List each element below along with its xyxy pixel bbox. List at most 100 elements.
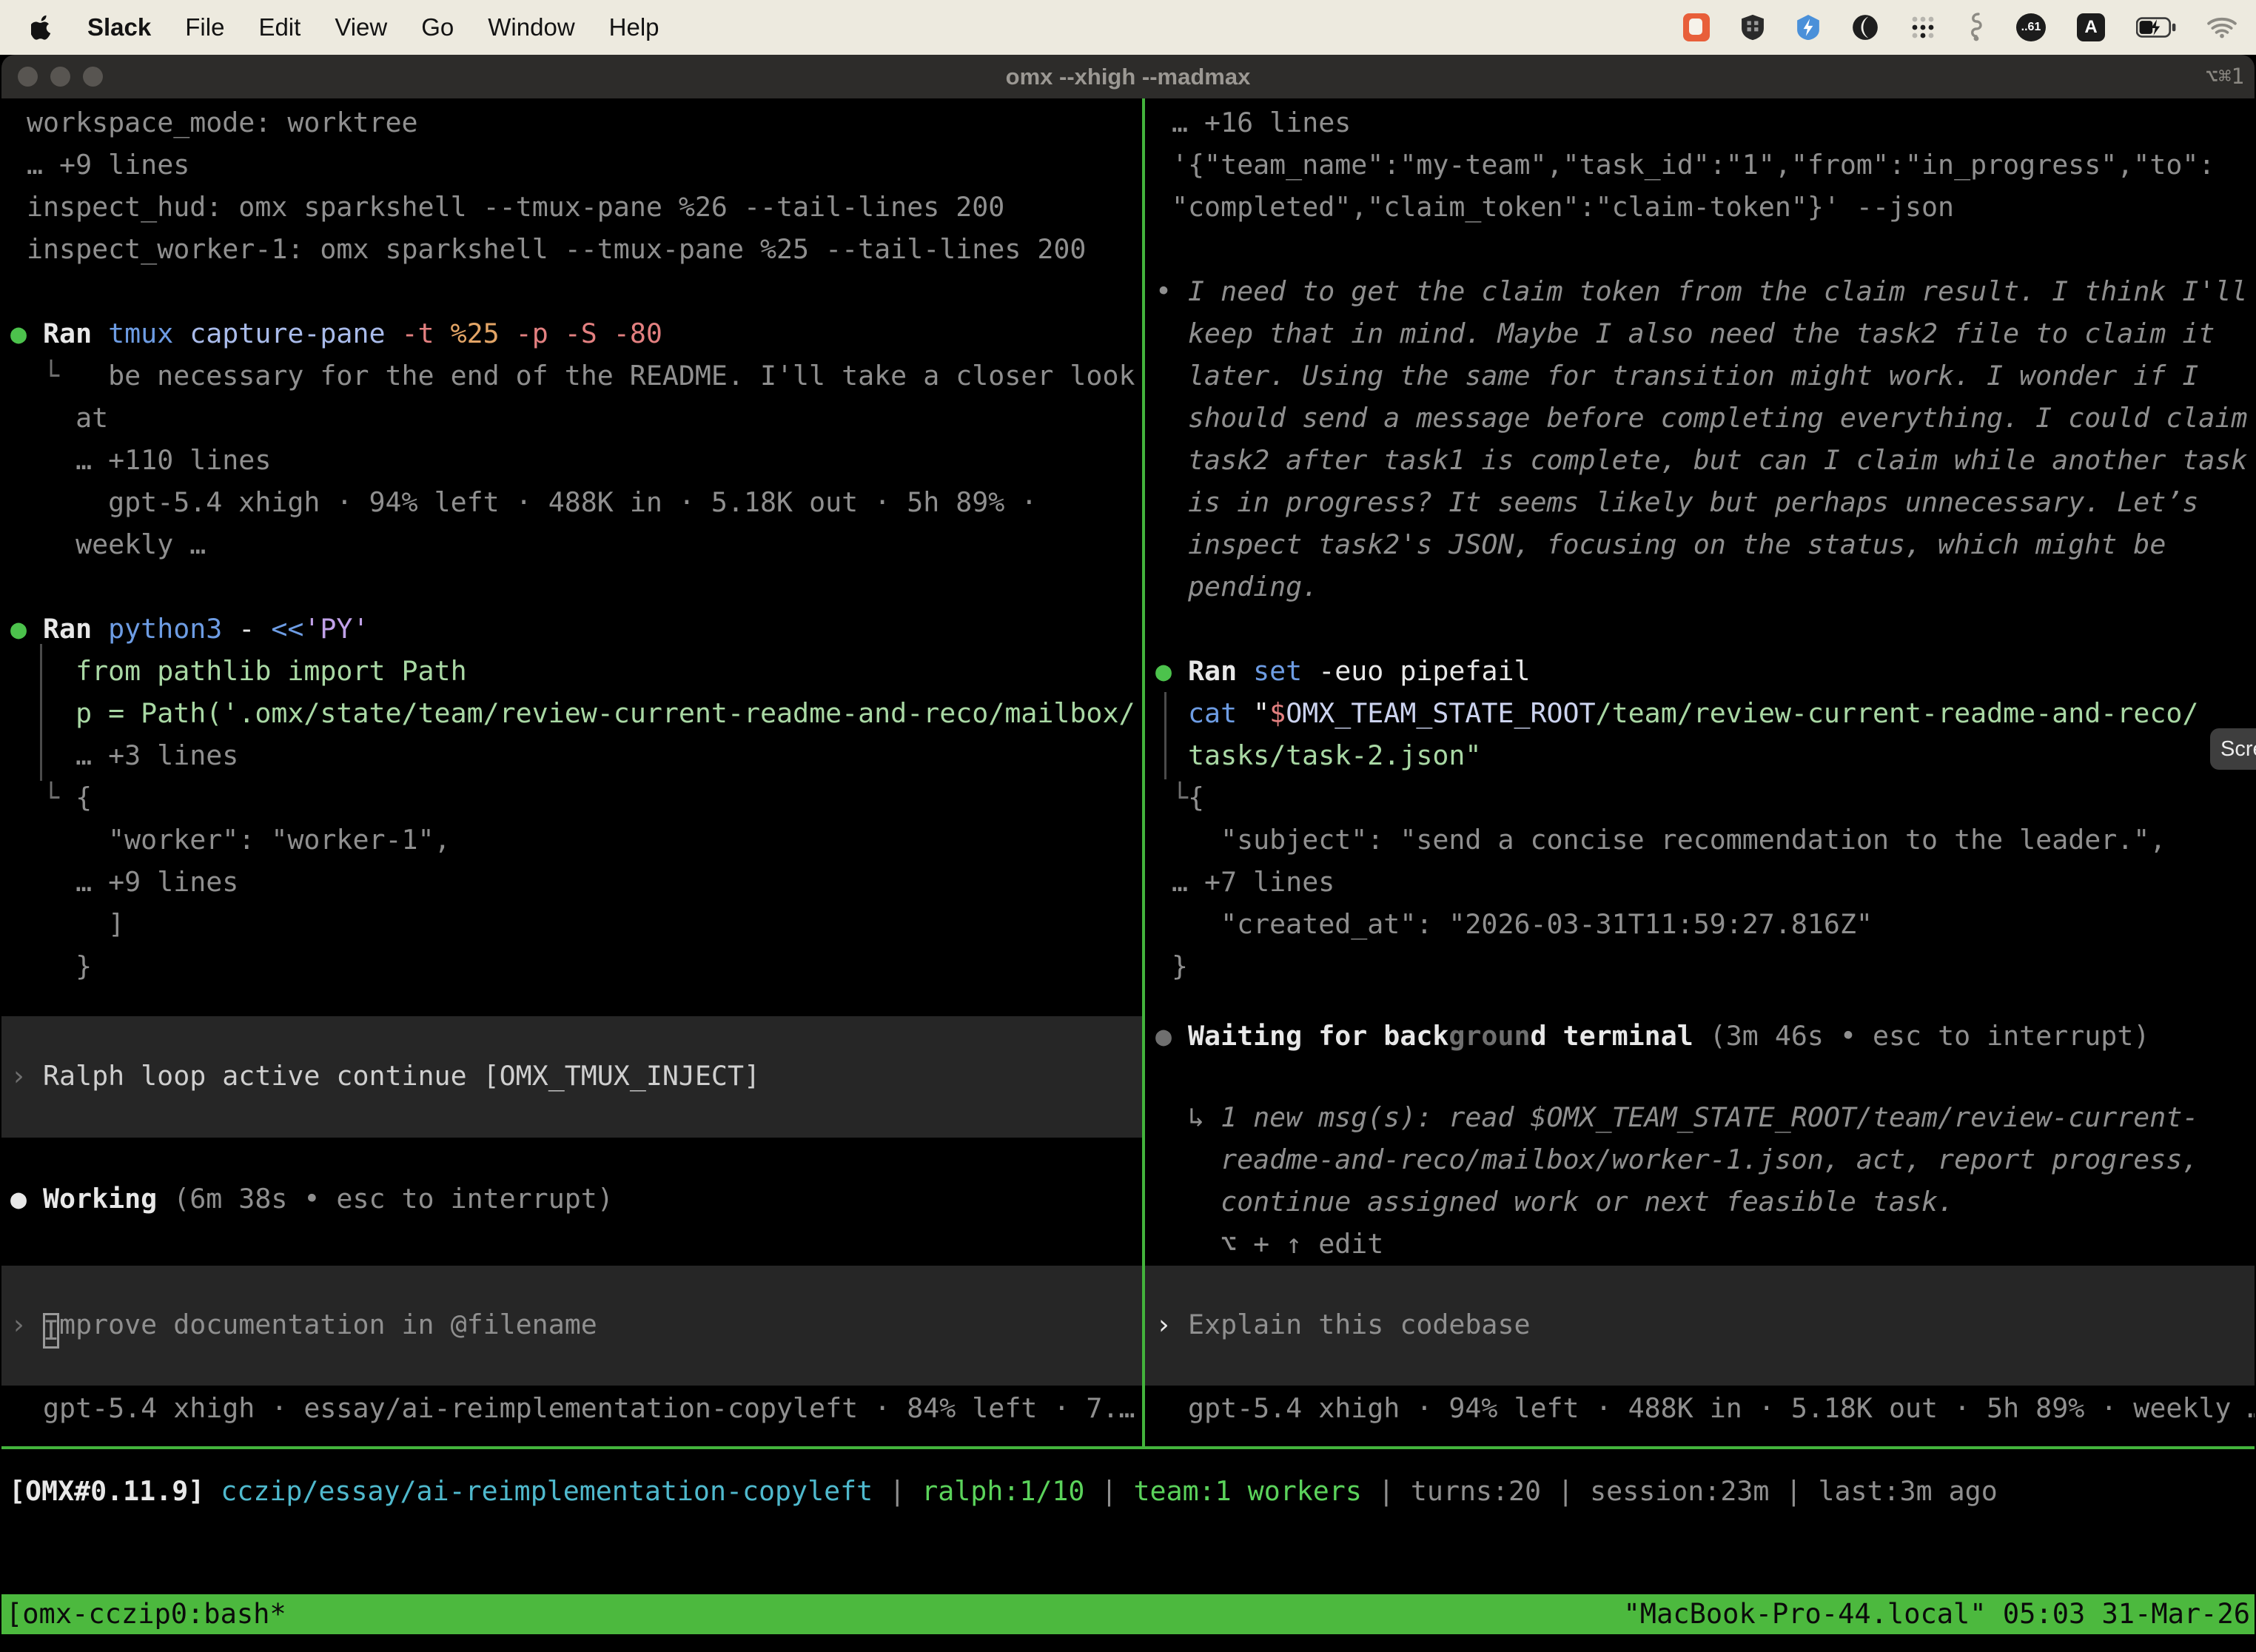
- waiting-status: ●Waiting for background terminal(3m 46s …: [1145, 1015, 2255, 1057]
- keyboard-shield-icon[interactable]: [1741, 13, 1765, 41]
- json-output: }: [1155, 945, 2255, 987]
- ran-tmux-command: ●Rantmuxcapture-pane-t%25-p -S -80: [10, 312, 1142, 355]
- title-bar: omx --xhigh --madmax ⌥⌘1: [1, 55, 2255, 98]
- collapsed-lines: … +9 lines: [10, 861, 1142, 903]
- command-output: gpt-5.4 xhigh · 94% left · 488K in · 5.1…: [10, 481, 1142, 523]
- blue-lightning-icon[interactable]: [1796, 13, 1821, 41]
- config-line: inspect_worker-1: omx sparkshell --tmux-…: [10, 228, 1142, 270]
- omx-path: cczip/essay/ai-reimplementation-copyleft: [221, 1475, 873, 1507]
- corner-glyph: └: [43, 355, 108, 397]
- window-title: omx --xhigh --madmax: [1, 55, 2255, 98]
- menu-item-view[interactable]: View: [335, 13, 387, 41]
- thinking-text: task2 after task1 is complete, but can I…: [1155, 439, 2255, 481]
- ralph-loop-banner: ›Ralph loop active continue [OMX_TMUX_IN…: [1, 1016, 1142, 1138]
- prompt-input-line[interactable]: ›Improve documentation in @filename: [1, 1266, 1142, 1346]
- collapsed-lines: … +7 lines: [1155, 861, 2255, 903]
- bullet-icon: ●: [10, 1178, 43, 1220]
- bullet-icon: ●: [1155, 650, 1188, 692]
- session-status-left: gpt-5.4 xhigh · essay/ai-reimplementatio…: [1, 1387, 1142, 1429]
- battery-icon[interactable]: [2136, 17, 2176, 38]
- code-block-guide-line: [40, 644, 42, 781]
- thinking-text: is in progress? It seems likely but perh…: [1155, 481, 2255, 523]
- omx-ralph: ralph:1/10: [921, 1475, 1084, 1507]
- bullet-icon: •: [1155, 270, 1188, 312]
- prompt-input-right[interactable]: ›Explain this codebase: [1145, 1266, 2255, 1386]
- collapsed-lines: … +110 lines: [10, 439, 1142, 481]
- bullet-icon: ●: [1155, 1015, 1188, 1057]
- pane-right: … +16 lines '{"team_name":"my-team","tas…: [1145, 98, 2255, 1446]
- input-source-icon[interactable]: A: [2077, 13, 2105, 41]
- input-placeholder: mprove documentation in @filename: [59, 1309, 597, 1340]
- pane-bottom-border: [1, 1446, 2255, 1449]
- timer-badge-icon[interactable]: ..61: [2016, 13, 2046, 41]
- corner-glyph: └: [1172, 776, 1188, 819]
- tmux-session-name: [omx-cczip0:bash*: [6, 1594, 286, 1634]
- json-output: "subject": "send a concise recommendatio…: [1155, 819, 2255, 861]
- squiggle-hook-icon[interactable]: [1967, 13, 1985, 42]
- ran-set-command: ●Ranset-euo pipefail: [1155, 650, 2255, 692]
- prompt-input-left[interactable]: ›Improve documentation in @filename: [1, 1266, 1142, 1386]
- collapsed-lines: … +16 lines: [1155, 101, 2255, 144]
- omx-version: [OMX#0.11.9]: [9, 1475, 204, 1507]
- bullet-icon: ●: [10, 608, 43, 650]
- thinking-text: keep that in mind. Maybe I also need the…: [1155, 312, 2255, 355]
- thinking-text: pending.: [1155, 565, 2255, 608]
- mailbox-message: readme-and-reco/mailbox/worker-1.json, a…: [1145, 1138, 2255, 1181]
- collapsed-lines: … +3 lines: [10, 734, 1142, 776]
- menu-item-go[interactable]: Go: [421, 13, 454, 41]
- bullet-icon: ●: [10, 312, 43, 355]
- thinking-text: should send a message before completing …: [1155, 397, 2255, 439]
- wifi-icon[interactable]: [2207, 16, 2237, 38]
- json-output: "created_at": "2026-03-31T11:59:27.816Z": [1155, 903, 2255, 945]
- config-line: inspect_hud: omx sparkshell --tmux-pane …: [10, 186, 1142, 228]
- json-output: └{: [1155, 776, 2255, 819]
- text-cursor: I: [43, 1313, 59, 1349]
- dots-grid-icon[interactable]: [1910, 14, 1936, 41]
- tmux-status-bar: [omx-cczip0:bash* "MacBook-Pro-44.local"…: [1, 1594, 2255, 1634]
- input-placeholder: Explain this codebase: [1188, 1309, 1530, 1340]
- menu-item-file[interactable]: File: [185, 13, 224, 41]
- command-output: at: [10, 397, 1142, 439]
- omx-team: team:1 workers: [1134, 1475, 1362, 1507]
- ralph-loop-line: ›Ralph loop active continue [OMX_TMUX_IN…: [1, 1016, 1142, 1097]
- json-output: }: [10, 945, 1142, 987]
- menu-item-window[interactable]: Window: [488, 13, 574, 41]
- apple-icon[interactable]: [31, 14, 53, 41]
- python-code: p = Path('.omx/state/team/review-current…: [10, 692, 1142, 734]
- command-output: "completed","claim_token":"claim-token"}…: [1155, 186, 2255, 228]
- thinking-text: •I need to get the claim token from the …: [1155, 270, 2255, 312]
- collapsed-lines: … +9 lines: [10, 144, 1142, 186]
- code-block-guide-line: [1164, 692, 1166, 779]
- omx-status-bar: [OMX#0.11.9] cczip/essay/ai-reimplementat…: [9, 1470, 1998, 1512]
- json-output: "worker": "worker-1",: [10, 819, 1142, 861]
- menu-item-edit[interactable]: Edit: [258, 13, 301, 41]
- edit-hint: ⌥ + ↑ edit: [1145, 1223, 2255, 1265]
- menu-app-name[interactable]: Slack: [87, 13, 151, 41]
- ran-python-command: ●Ranpython3-<<'PY': [10, 608, 1142, 650]
- prompt-chevron: ›: [10, 1303, 43, 1346]
- command-output: '{"team_name":"my-team","task_id":"1","f…: [1155, 144, 2255, 186]
- config-line: workspace_mode: worktree: [10, 101, 1142, 144]
- window-shortcut: ⌥⌘1: [2206, 55, 2244, 98]
- chat-app-icon[interactable]: [1683, 13, 1710, 41]
- return-arrow-icon: ↳: [1188, 1096, 1221, 1138]
- command-output: weekly …: [10, 523, 1142, 565]
- session-status-right: gpt-5.4 xhigh · 94% left · 488K in · 5.1…: [1145, 1387, 2255, 1429]
- command-output: └be necessary for the end of the README.…: [10, 355, 1142, 397]
- screenshot-tooltip: Scre: [2210, 728, 2256, 770]
- json-output: ]: [10, 903, 1142, 945]
- tmux-host-clock: "MacBook-Pro-44.local" 05:03 31-Mar-26: [1624, 1594, 2250, 1634]
- mailbox-message: ↳1 new msg(s): read $OMX_TEAM_STATE_ROOT…: [1145, 1096, 2255, 1138]
- crescent-icon[interactable]: [1852, 14, 1879, 41]
- working-status: ●Working(6m 38s • esc to interrupt): [1, 1178, 1142, 1220]
- prompt-chevron: ›: [10, 1055, 43, 1097]
- prompt-chevron: ›: [1155, 1303, 1188, 1346]
- omx-turns: turns:20: [1411, 1475, 1541, 1507]
- menu-item-help[interactable]: Help: [609, 13, 659, 41]
- terminal-window: omx --xhigh --madmax ⌥⌘1 workspace_mode:…: [1, 55, 2255, 1652]
- cat-command: cat"$OMX_TEAM_STATE_ROOT/team/review-cur…: [1155, 692, 2255, 734]
- thinking-text: inspect task2's JSON, focusing on the st…: [1155, 523, 2255, 565]
- corner-glyph: └: [43, 776, 75, 819]
- prompt-input-line[interactable]: ›Explain this codebase: [1145, 1266, 2255, 1346]
- omx-last: last:3m ago: [1818, 1475, 1997, 1507]
